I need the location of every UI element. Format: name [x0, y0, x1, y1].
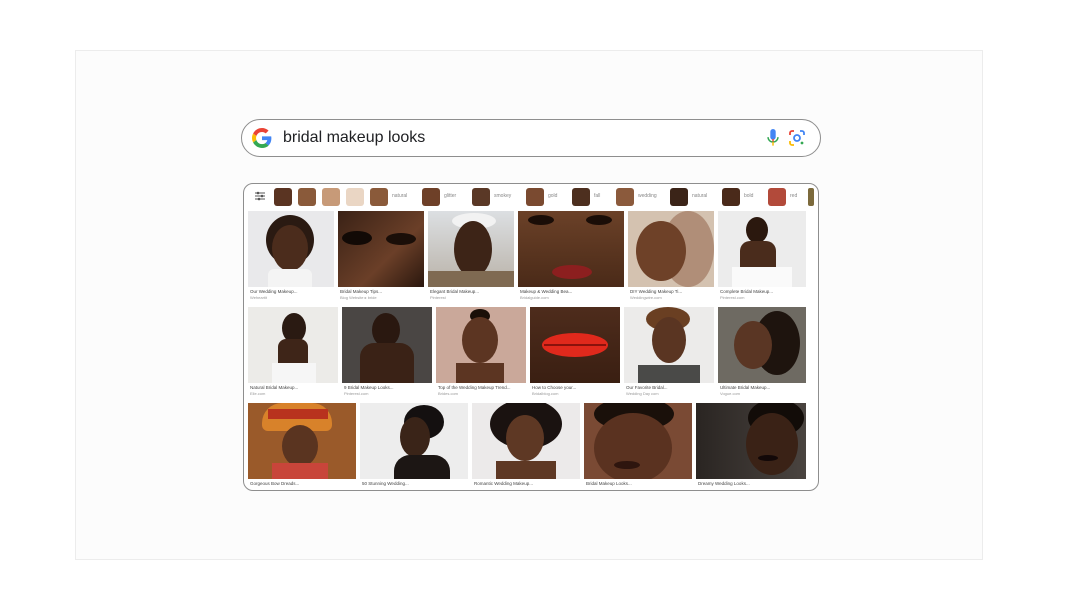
color-swatch-tan[interactable]: [322, 188, 340, 206]
filter-chip-bar: natural glitter smokey gold fall wedding…: [250, 186, 814, 208]
color-swatch-beige[interactable]: [346, 188, 364, 206]
result-caption: DIY Wedding Makeup Ti...: [630, 289, 683, 294]
image-result[interactable]: Our Wedding Makeup... Weheartit: [248, 211, 334, 303]
result-caption: Bridal Makeup Tips...: [340, 289, 383, 294]
image-result[interactable]: Top of the Wedding Makeup Trend... Bride…: [436, 307, 526, 399]
image-result[interactable]: Natural Bridal Makeup... Elle.com: [248, 307, 338, 399]
result-source: Blog Website ▸ bride: [340, 295, 377, 300]
tune-filter-icon[interactable]: [254, 190, 266, 202]
chip-scroll-indicator[interactable]: [808, 188, 814, 206]
result-caption: How to Choose your...: [532, 385, 577, 390]
result-caption: Dreamy Wedding Looks...: [698, 481, 750, 486]
image-result[interactable]: 9 Bridal Makeup Looks... Pinterest.com: [342, 307, 432, 399]
microphone-icon[interactable]: [766, 129, 780, 147]
result-caption: Our Wedding Makeup...: [250, 289, 298, 294]
result-source: Pinterest.com: [344, 391, 369, 396]
result-source: Bridalguide.com: [520, 295, 549, 300]
result-source: Pinterest.com: [720, 295, 745, 300]
result-source: Weheartit: [250, 295, 268, 300]
result-caption: Makeup & Wedding Bea...: [520, 289, 573, 294]
chip-label: fall: [594, 193, 601, 199]
chip-label: wedding: [638, 193, 657, 199]
chip-label: bold: [744, 193, 754, 199]
image-result[interactable]: Gorgeous Bow Dreads...: [248, 403, 356, 489]
result-source: Vogue.com: [720, 391, 741, 396]
result-source: Brides.com: [438, 391, 459, 396]
result-caption: Gorgeous Bow Dreads...: [250, 481, 300, 486]
result-caption: 50 Stunning Wedding...: [362, 481, 409, 486]
image-result[interactable]: Romantic Wedding Makeup...: [472, 403, 580, 489]
result-caption: Natural Bridal Makeup...: [250, 385, 299, 390]
chip-label: red: [790, 193, 798, 199]
result-caption: 9 Bridal Makeup Looks...: [344, 385, 394, 390]
color-swatch-brown[interactable]: [298, 188, 316, 206]
image-result[interactable]: Makeup & Wedding Bea... Bridalguide.com: [518, 211, 624, 303]
image-result[interactable]: Dreamy Wedding Looks...: [696, 403, 806, 489]
result-caption: Top of the Wedding Makeup Trend...: [438, 385, 511, 390]
google-g-icon: [252, 128, 272, 148]
image-result[interactable]: DIY Wedding Makeup Ti... Weddingwire.com: [628, 211, 714, 303]
color-swatch-dark-brown[interactable]: [274, 188, 292, 206]
image-result[interactable]: Complete Bridal Makeup... Pinterest.com: [718, 211, 806, 303]
result-caption: Ultimate Bridal Makeup...: [720, 385, 771, 390]
result-source: Elle.com: [250, 391, 266, 396]
result-source: Pinterest: [430, 295, 446, 300]
image-result[interactable]: Elegant Bridal Makeup... Pinterest: [428, 211, 514, 303]
chip-label: natural: [692, 193, 708, 199]
result-caption: Complete Bridal Makeup...: [720, 289, 774, 294]
result-caption: Bridal Makeup Looks...: [586, 481, 632, 486]
chip-label: smokey: [494, 193, 512, 199]
result-source: Weddingwire.com: [630, 295, 662, 300]
result-caption: Our Favorite Bridal...: [626, 385, 668, 390]
image-result[interactable]: Ultimate Bridal Makeup... Vogue.com: [718, 307, 806, 399]
search-query-text[interactable]: bridal makeup looks: [283, 129, 425, 147]
image-result[interactable]: How to Choose your... Bridalblog.com: [530, 307, 620, 399]
image-result[interactable]: Our Favorite Bridal... Wedding Day com: [624, 307, 714, 399]
result-caption: Elegant Bridal Makeup...: [430, 289, 480, 294]
image-result[interactable]: Bridal Makeup Tips... Blog Website ▸ bri…: [338, 211, 424, 303]
image-results-panel: natural glitter smokey gold fall wedding…: [243, 183, 819, 491]
result-source: Bridalblog.com: [532, 391, 559, 396]
chip-label: natural: [392, 193, 408, 199]
search-bar[interactable]: bridal makeup looks: [241, 119, 821, 157]
chip-label: glitter: [444, 193, 457, 199]
image-result[interactable]: Bridal Makeup Looks...: [584, 403, 692, 489]
google-lens-icon[interactable]: [788, 129, 806, 147]
result-source: Wedding Day com: [626, 391, 659, 396]
image-result[interactable]: 50 Stunning Wedding...: [360, 403, 468, 489]
result-caption: Romantic Wedding Makeup...: [474, 481, 533, 486]
chip-label: gold: [548, 193, 558, 199]
